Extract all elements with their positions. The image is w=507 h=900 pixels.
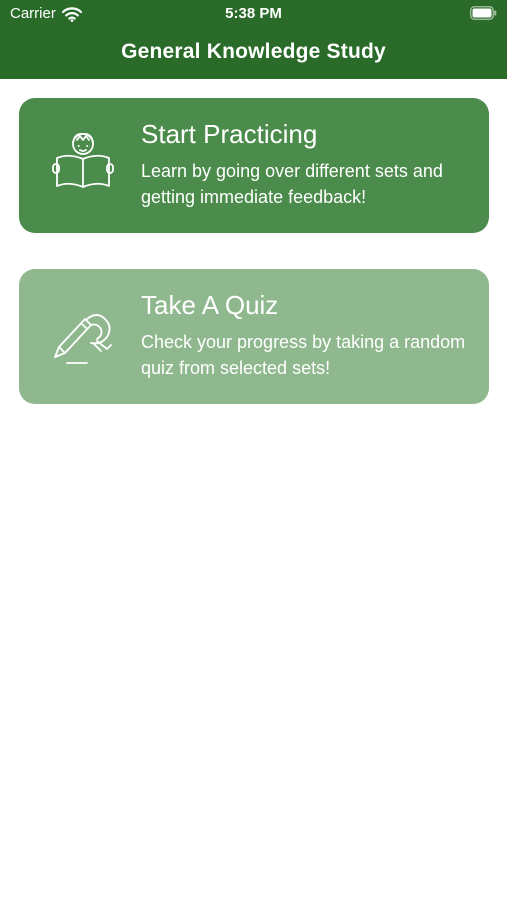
nav-title: General Knowledge Study (121, 40, 386, 63)
writing-hand-icon (47, 297, 119, 369)
take-a-quiz-card[interactable]: Take A Quiz Check your progress by takin… (19, 269, 489, 404)
start-practicing-title: Start Practicing (141, 119, 318, 149)
reading-person-icon (47, 126, 119, 198)
app-header: Carrier 5:38 PM General Knowledge Study (0, 0, 507, 79)
battery-icon (470, 6, 497, 20)
take-a-quiz-description: Check your progress by taking a random q… (141, 332, 466, 378)
status-time: 5:38 PM (225, 5, 282, 22)
take-a-quiz-title: Take A Quiz (141, 290, 279, 320)
start-practicing-card[interactable]: Start Practicing Learn by going over dif… (19, 98, 489, 233)
start-practicing-description: Learn by going over different sets and g… (141, 161, 443, 207)
status-bar: Carrier 5:38 PM (0, 0, 507, 28)
